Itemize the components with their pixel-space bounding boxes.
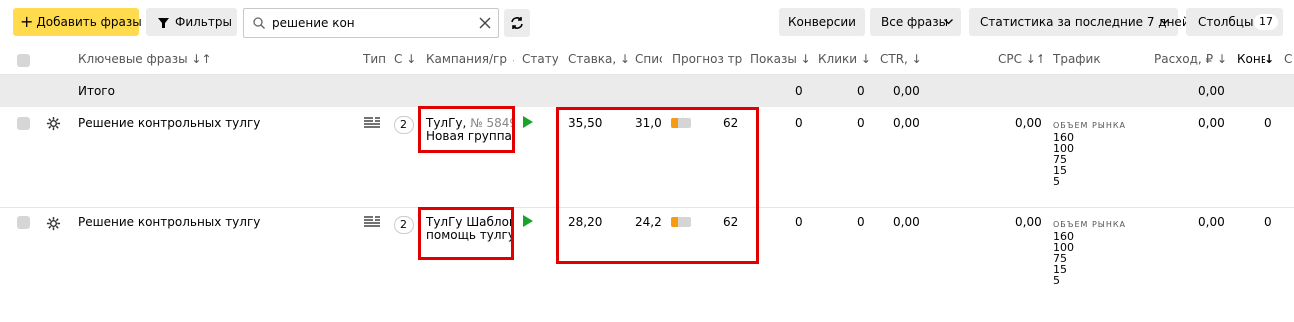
conversions-button[interactable]: Конверсии: [779, 8, 865, 36]
count-badge[interactable]: 2: [394, 116, 414, 134]
all-phrases-dropdown[interactable]: Все фразы: [870, 8, 961, 36]
totals-expense: 0,00: [1198, 84, 1225, 98]
bid-forecast-highlight-box: [556, 107, 759, 264]
play-status-icon[interactable]: [523, 116, 533, 128]
keyword-text[interactable]: Решение контрольных тулгу: [78, 117, 260, 130]
row-checkbox[interactable]: [17, 216, 30, 229]
header-ctr[interactable]: CTR, ↓↑: [880, 44, 924, 75]
totals-row: Итого 0 0 0,00 0,00: [0, 75, 1294, 107]
expense-value: 0,00: [1198, 216, 1225, 229]
clear-icon[interactable]: [479, 17, 491, 29]
header-type[interactable]: Тип: [363, 44, 385, 75]
ctr-value: 0,00: [893, 117, 920, 130]
filters-button[interactable]: Фильтры: [146, 8, 237, 36]
header-conversions[interactable]: Конв: [1237, 44, 1265, 75]
campaign-highlight-box: [418, 207, 514, 260]
refresh-button[interactable]: [504, 9, 530, 37]
header-bid[interactable]: Ставка, ↓↑: [568, 44, 628, 75]
conversions-label: Конверсии: [788, 15, 856, 29]
columns-label: Столбцы: [1198, 15, 1254, 29]
count-badge[interactable]: 2: [394, 216, 414, 234]
totals-impressions: 0: [795, 84, 803, 98]
header-status[interactable]: Статус: [522, 44, 558, 75]
sort-desc-icon[interactable]: ↓: [1264, 44, 1274, 75]
market-value: 5: [1053, 274, 1060, 286]
expense-value: 0,00: [1198, 117, 1225, 130]
header-extra[interactable]: С: [1284, 44, 1294, 75]
statistics-label: Статистика за последние 7 дней: [980, 15, 1190, 29]
impressions-value: 0: [795, 216, 803, 229]
search-icon: [253, 17, 265, 29]
header-expense[interactable]: Расход, ₽ ↓↑: [1154, 44, 1226, 75]
chevron-down-icon: [944, 19, 953, 25]
clicks-value: 0: [857, 216, 865, 229]
columns-button[interactable]: Столбцы 17: [1186, 8, 1283, 36]
totals-label: Итого: [78, 84, 115, 98]
keyword-text[interactable]: Решение контрольных тулгу: [78, 216, 260, 229]
columns-count-badge: 17: [1254, 14, 1278, 30]
header-impressions[interactable]: Показы ↓↑: [750, 44, 810, 75]
market-value: 15: [1053, 263, 1067, 276]
search-input[interactable]: [272, 9, 472, 37]
conversions-value: 0: [1264, 117, 1272, 130]
add-phrases-button[interactable]: + Добавить фразы: [13, 8, 142, 36]
impressions-value: 0: [795, 117, 803, 130]
traffic-cell: ОБЪЕМ РЫНКА 160 100 75 15 5: [1053, 120, 1126, 187]
chevron-down-icon: [1160, 19, 1169, 25]
toolbar: +Добавить фразы Фильтры Конверсии Все фр…: [0, 0, 1294, 44]
header-c[interactable]: С ↓↑: [394, 44, 414, 75]
gear-icon[interactable]: [46, 116, 61, 131]
filters-label: Фильтры: [175, 15, 232, 29]
conversions-value: 0: [1264, 216, 1272, 229]
text-type-icon: [364, 117, 380, 128]
header-keywords[interactable]: Ключевые фразы ↓↑: [78, 44, 278, 75]
totals-ctr: 0,00: [893, 84, 920, 98]
cpc-value: 0,00: [1015, 117, 1042, 130]
ctr-value: 0,00: [893, 216, 920, 229]
select-all-checkbox[interactable]: [17, 54, 30, 67]
refresh-icon: [511, 17, 523, 29]
header-forecast[interactable]: Прогноз тра: [672, 44, 742, 75]
all-phrases-label: Все фразы: [881, 15, 949, 29]
cpc-value: 0,00: [1015, 216, 1042, 229]
gear-icon[interactable]: [46, 216, 61, 231]
statistics-period-dropdown[interactable]: Статистика за последние 7 дней: [969, 8, 1190, 36]
clicks-value: 0: [857, 117, 865, 130]
search-box: [243, 8, 499, 38]
add-phrases-label: Добавить фразы: [36, 15, 142, 29]
row-checkbox[interactable]: [17, 117, 30, 130]
header-cpc[interactable]: CPC ↓↑: [998, 44, 1042, 75]
plus-icon: +: [20, 12, 34, 31]
header-clicks[interactable]: Клики ↓↑: [818, 44, 870, 75]
traffic-cell: ОБЪЕМ РЫНКА 160 100 75 15 5: [1053, 219, 1126, 286]
table-header: Ключевые фразы ↓↑ Тип С ↓↑ Кампания/гр ↓…: [0, 44, 1294, 75]
header-campaign[interactable]: Кампания/гр ↓↑: [426, 44, 514, 75]
filter-icon: [158, 18, 169, 28]
play-status-icon[interactable]: [523, 215, 533, 227]
totals-clicks: 0: [857, 84, 865, 98]
header-traffic: Трафик: [1053, 52, 1101, 66]
text-type-icon: [364, 216, 380, 227]
market-value: 15: [1053, 164, 1067, 177]
market-value: 5: [1053, 175, 1060, 187]
campaign-highlight-box: [418, 106, 515, 153]
header-spend[interactable]: Спис: [635, 44, 662, 75]
